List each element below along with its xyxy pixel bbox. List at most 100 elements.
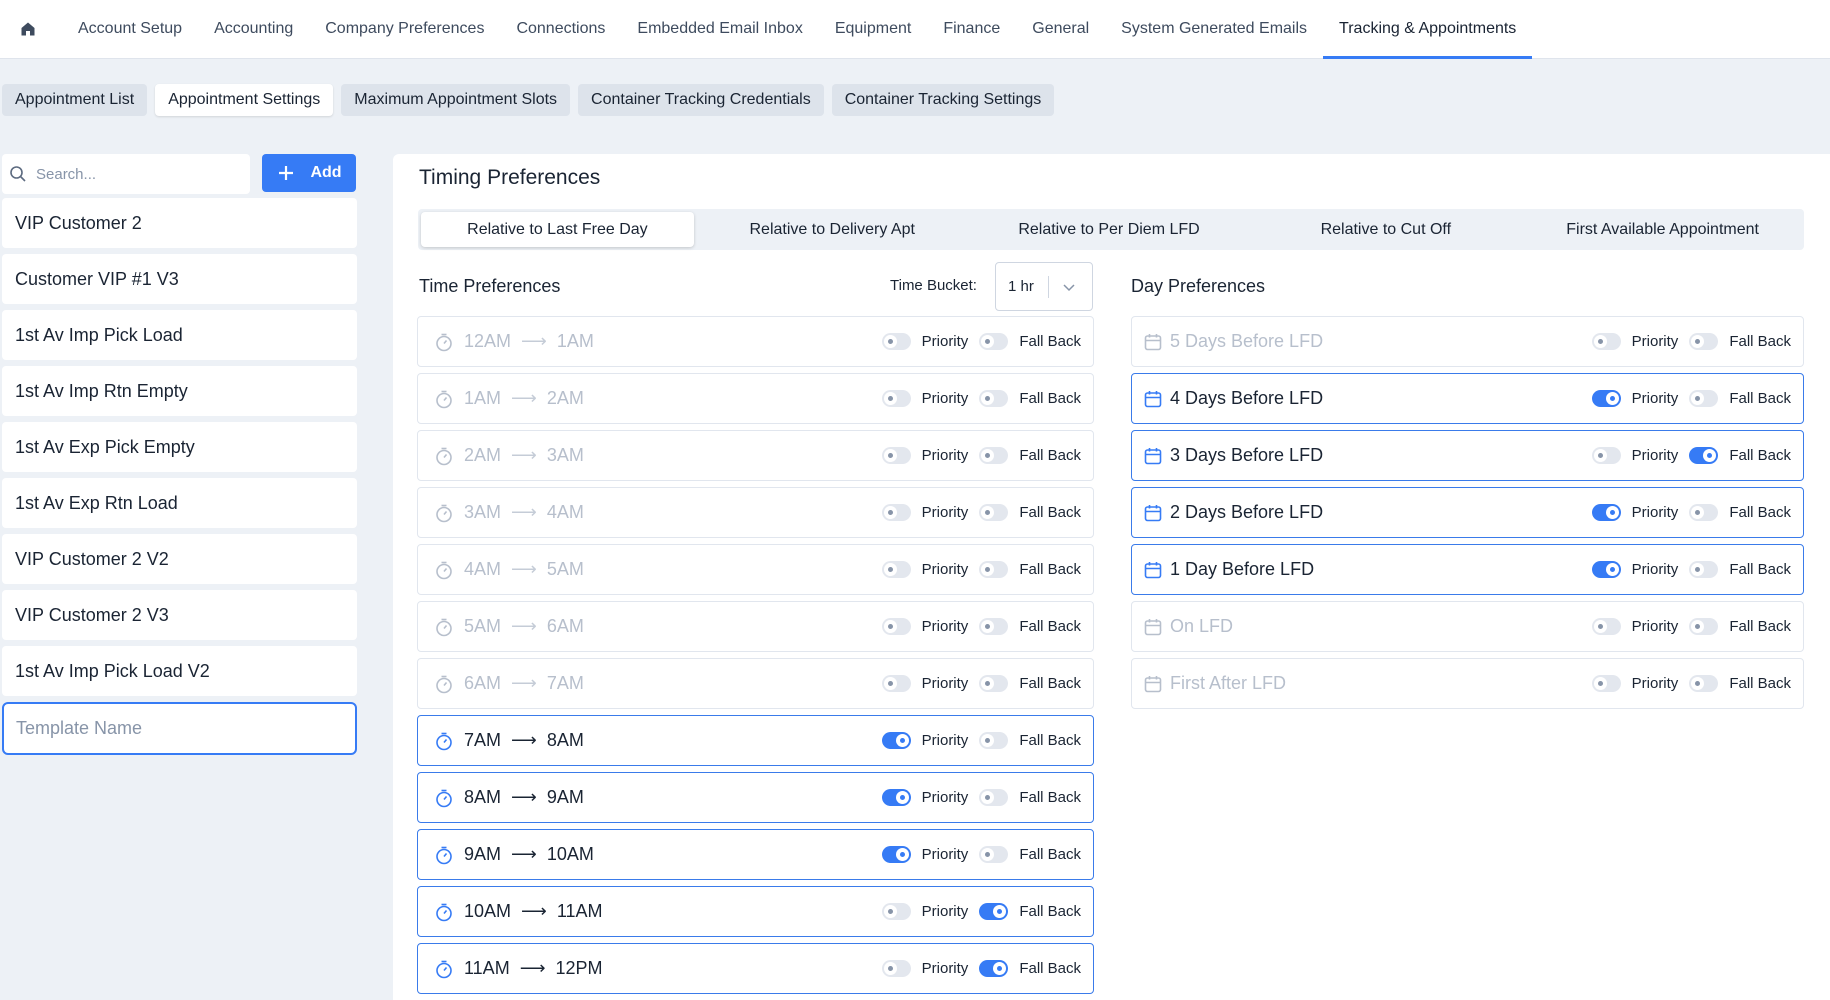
template-item[interactable]: 1st Av Imp Rtn Empty: [2, 366, 357, 416]
fallback-toggle[interactable]: [1689, 561, 1719, 578]
priority-toggle[interactable]: [881, 504, 911, 521]
search-input[interactable]: [36, 165, 236, 183]
nav-item-equipment[interactable]: Equipment: [819, 0, 928, 58]
fallback-toggle[interactable]: [979, 447, 1009, 464]
fallback-toggle[interactable]: [979, 333, 1009, 350]
day-preference-row: 2 Days Before LFD Priority Fall Back: [1131, 487, 1804, 538]
nav-item-embedded-email-inbox[interactable]: Embedded Email Inbox: [621, 0, 818, 58]
fallback-toggle[interactable]: [1689, 447, 1719, 464]
template-list: VIP Customer 2 Customer VIP #1 V3 1st Av I…: [2, 198, 357, 696]
nav-item-accounting[interactable]: Accounting: [198, 0, 309, 58]
priority-toggle[interactable]: [881, 846, 911, 863]
time-slot-row: 6AM ⟶ 7AM Priority Fall Back: [417, 658, 1094, 709]
priority-toggle[interactable]: [881, 960, 911, 977]
nav-item-connections[interactable]: Connections: [500, 0, 621, 58]
arrow-right-icon: ⟶: [511, 445, 537, 465]
time-slot-row: 7AM ⟶ 8AM Priority Fall Back: [417, 715, 1094, 766]
nav-item-finance[interactable]: Finance: [927, 0, 1016, 58]
home-icon[interactable]: [14, 0, 42, 58]
priority-toggle[interactable]: [881, 789, 911, 806]
priority-toggle[interactable]: [881, 390, 911, 407]
priority-toggle[interactable]: [1591, 561, 1621, 578]
fallback-toggle[interactable]: [1689, 618, 1719, 635]
template-item[interactable]: VIP Customer 2 V2: [2, 534, 357, 584]
priority-label: Priority: [1631, 504, 1679, 521]
priority-toggle[interactable]: [1591, 504, 1621, 521]
mode-tab-relative-to-cut-off[interactable]: Relative to Cut Off: [1247, 212, 1524, 247]
calendar-icon: [1143, 560, 1163, 580]
nav-item-system-generated-emails[interactable]: System Generated Emails: [1105, 0, 1323, 58]
time-bucket-select[interactable]: 1 hr: [995, 262, 1093, 311]
fallback-toggle[interactable]: [979, 504, 1009, 521]
fallback-toggle[interactable]: [979, 960, 1009, 977]
priority-toggle[interactable]: [881, 732, 911, 749]
priority-label: Priority: [1631, 675, 1679, 692]
template-name-field[interactable]: [2, 702, 357, 755]
mode-tab-relative-to-delivery-apt[interactable]: Relative to Delivery Apt: [694, 212, 971, 247]
priority-toggle[interactable]: [881, 333, 911, 350]
priority-toggle[interactable]: [1591, 675, 1621, 692]
stopwatch-icon: [434, 902, 454, 922]
subtab-appointment-settings[interactable]: Appointment Settings: [155, 84, 334, 116]
template-name-input[interactable]: [16, 718, 336, 739]
template-item[interactable]: Customer VIP #1 V3: [2, 254, 357, 304]
time-slot-row: 12AM ⟶ 1AM Priority Fall Back: [417, 316, 1094, 367]
time-slot-start: 9AM: [464, 844, 502, 864]
template-item[interactable]: 1st Av Exp Pick Empty: [2, 422, 357, 472]
priority-toggle[interactable]: [1591, 447, 1621, 464]
stopwatch-icon: [434, 560, 454, 580]
time-slot-start: 2AM: [464, 445, 502, 465]
template-item[interactable]: 1st Av Imp Pick Load: [2, 310, 357, 360]
mode-tab-relative-to-last-free-day[interactable]: Relative to Last Free Day: [421, 212, 694, 247]
priority-toggle[interactable]: [1591, 618, 1621, 635]
day-preference-label: 4 Days Before LFD: [1170, 388, 1324, 408]
fallback-toggle[interactable]: [1689, 504, 1719, 521]
fallback-toggle[interactable]: [979, 846, 1009, 863]
priority-toggle[interactable]: [881, 561, 911, 578]
time-slot-start: 1AM: [464, 388, 502, 408]
template-item[interactable]: VIP Customer 2: [2, 198, 357, 248]
fallback-toggle[interactable]: [979, 618, 1009, 635]
fallback-toggle[interactable]: [979, 675, 1009, 692]
priority-toggle[interactable]: [881, 447, 911, 464]
template-item[interactable]: 1st Av Imp Pick Load V2: [2, 646, 357, 696]
nav-item-account-setup[interactable]: Account Setup: [62, 0, 198, 58]
template-item[interactable]: VIP Customer 2 V3: [2, 590, 357, 640]
subtab-maximum-appointment-slots[interactable]: Maximum Appointment Slots: [341, 84, 571, 116]
priority-toggle[interactable]: [881, 618, 911, 635]
fallback-toggle[interactable]: [979, 390, 1009, 407]
fallback-toggle[interactable]: [1689, 390, 1719, 407]
add-button-label: Add: [310, 164, 342, 181]
page-title: Timing Preferences: [419, 166, 601, 189]
subtab-container-tracking-credentials[interactable]: Container Tracking Credentials: [578, 84, 824, 116]
priority-toggle[interactable]: [1591, 390, 1621, 407]
time-slot-end: 12PM: [555, 958, 603, 978]
stopwatch-icon: [434, 959, 454, 979]
top-nav: Account Setup Accounting Company Preferenc…: [0, 0, 1830, 59]
mode-tab-first-available-appointment[interactable]: First Available Appointment: [1524, 212, 1801, 247]
nav-item-general[interactable]: General: [1016, 0, 1105, 58]
nav-item-company-preferences[interactable]: Company Preferences: [309, 0, 500, 58]
search-icon: [8, 164, 28, 184]
time-slot-row: 3AM ⟶ 4AM Priority Fall Back: [417, 487, 1094, 538]
subtab-container-tracking-settings[interactable]: Container Tracking Settings: [831, 84, 1055, 116]
template-item[interactable]: 1st Av Exp Rtn Load: [2, 478, 357, 528]
time-slot-row: 8AM ⟶ 9AM Priority Fall Back: [417, 772, 1094, 823]
calendar-icon: [1143, 617, 1163, 637]
fallback-toggle[interactable]: [1689, 675, 1719, 692]
add-template-button[interactable]: Add: [262, 154, 356, 192]
fallback-toggle[interactable]: [979, 903, 1009, 920]
mode-tab-relative-to-per-diem-lfd[interactable]: Relative to Per Diem LFD: [971, 212, 1248, 247]
priority-toggle[interactable]: [881, 903, 911, 920]
priority-toggle[interactable]: [881, 675, 911, 692]
fallback-toggle[interactable]: [979, 789, 1009, 806]
fallback-toggle[interactable]: [1689, 333, 1719, 350]
fallback-toggle[interactable]: [979, 561, 1009, 578]
nav-item-tracking-appointments[interactable]: Tracking & Appointments: [1323, 0, 1533, 59]
priority-toggle[interactable]: [1591, 333, 1621, 350]
arrow-right-icon: ⟶: [511, 502, 537, 522]
arrow-right-icon: ⟶: [521, 901, 547, 921]
subtab-appointment-list[interactable]: Appointment List: [2, 84, 148, 116]
fallback-toggle[interactable]: [979, 732, 1009, 749]
priority-label: Priority: [921, 732, 969, 749]
